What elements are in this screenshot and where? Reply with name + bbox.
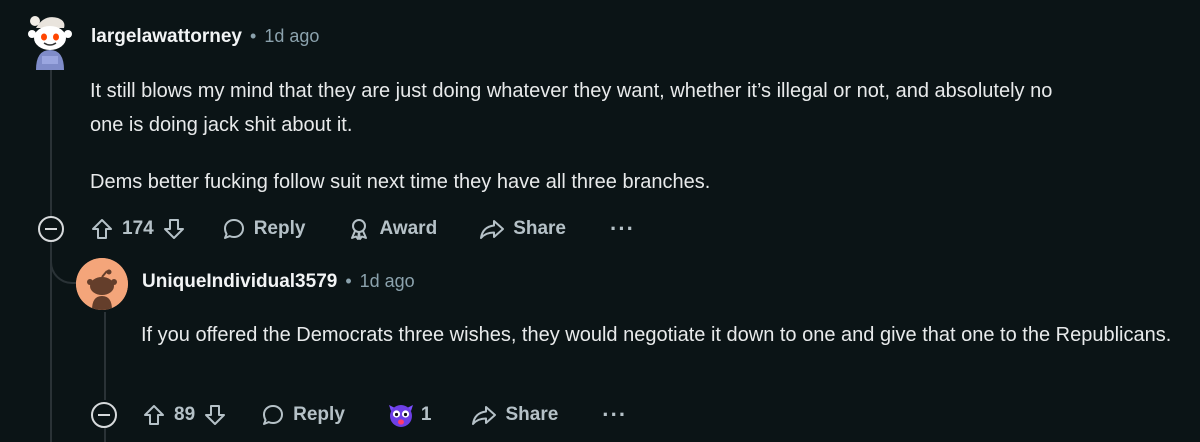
- reply-label: Reply: [293, 404, 345, 425]
- avatar[interactable]: [22, 12, 76, 70]
- award-count: 1: [420, 404, 432, 425]
- downvote-icon: [163, 219, 184, 239]
- comment-paragraph: It still blows my mind that they are jus…: [90, 80, 1053, 136]
- share-button[interactable]: Share: [479, 217, 566, 241]
- share-label: Share: [513, 218, 566, 239]
- vote-count: 174: [122, 218, 154, 239]
- separator-dot: •: [250, 26, 257, 46]
- comment-paragraph: Dems better fucking follow suit next tim…: [90, 171, 711, 193]
- share-arrow-icon: [480, 220, 505, 239]
- upvote-icon: [144, 405, 164, 425]
- username[interactable]: largelawattorney: [91, 26, 242, 48]
- award-button[interactable]: 1: [387, 401, 432, 429]
- more-options-button[interactable]: ···: [602, 404, 627, 426]
- reply-button[interactable]: Reply: [261, 403, 345, 427]
- comment-actions: 89 Reply 1 Share ···: [142, 397, 627, 433]
- upvote-button[interactable]: [142, 403, 166, 427]
- share-label: Share: [505, 404, 559, 425]
- comment-paragraph: If you offered the Democrats three wishe…: [141, 324, 1172, 346]
- avatar[interactable]: [76, 258, 128, 310]
- reply-button[interactable]: Reply: [222, 217, 306, 241]
- thread-elbow: [50, 242, 80, 284]
- award-shocked-face-icon: [388, 405, 413, 427]
- reply-bubble-icon: [223, 219, 244, 239]
- comment-actions: 174 Reply Award Share ···: [90, 211, 635, 247]
- thread-line-main: [50, 70, 52, 216]
- collapse-thread-button[interactable]: [38, 216, 64, 242]
- collapse-icon: [45, 228, 57, 230]
- reply-label: Reply: [253, 218, 306, 239]
- upvote-button[interactable]: [90, 217, 114, 241]
- award-label: Award: [379, 218, 438, 239]
- share-button[interactable]: Share: [471, 403, 558, 427]
- separator-dot: •: [345, 271, 352, 291]
- thread-line-reply: [104, 312, 106, 400]
- vote-count: 89: [174, 404, 196, 425]
- username[interactable]: UniqueIndividual3579: [142, 271, 337, 293]
- downvote-icon: [205, 405, 226, 425]
- timestamp[interactable]: 1d ago: [264, 26, 319, 47]
- reply-bubble-icon: [263, 405, 284, 425]
- award-button[interactable]: Award: [347, 217, 437, 241]
- collapse-thread-button[interactable]: [91, 402, 117, 428]
- snoo-avatar-icon: [76, 258, 128, 310]
- downvote-button[interactable]: [162, 217, 186, 241]
- collapse-icon: [98, 414, 110, 416]
- thread-line-reply-lower: [104, 428, 106, 442]
- snoo-avatar-icon: [28, 16, 72, 70]
- comment-header: UniqueIndividual3579 • 1d ago: [142, 271, 415, 293]
- award-icon: [351, 219, 368, 240]
- upvote-icon: [92, 219, 112, 239]
- comment-header: largelawattorney • 1d ago: [91, 26, 319, 48]
- more-options-button[interactable]: ···: [610, 218, 635, 240]
- downvote-button[interactable]: [203, 403, 227, 427]
- share-arrow-icon: [472, 406, 497, 425]
- timestamp[interactable]: 1d ago: [360, 271, 415, 292]
